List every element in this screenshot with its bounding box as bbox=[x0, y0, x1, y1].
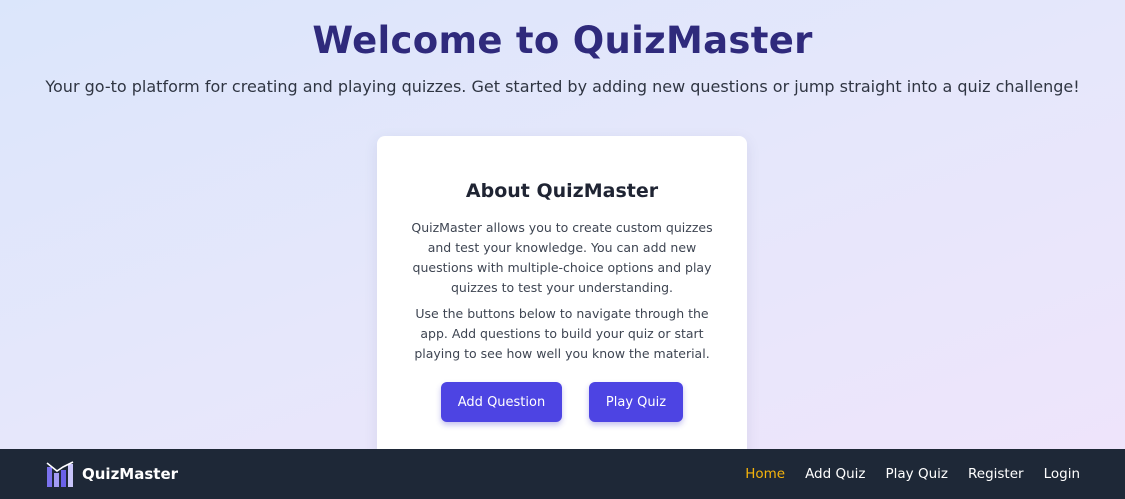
bar-chart-logo-icon bbox=[46, 461, 74, 487]
nav-link-add-quiz[interactable]: Add Quiz bbox=[805, 466, 865, 482]
brand[interactable]: QuizMaster bbox=[46, 461, 178, 487]
about-card-paragraph: QuizMaster allows you to create custom q… bbox=[411, 220, 713, 295]
nav-link-register[interactable]: Register bbox=[968, 466, 1024, 482]
add-question-button[interactable]: Add Question bbox=[441, 382, 562, 422]
nav-links: Home Add Quiz Play Quiz Register Login bbox=[745, 466, 1080, 482]
about-card-actions: Add Question Play Quiz bbox=[377, 382, 747, 422]
about-card: About QuizMaster QuizMaster allows you t… bbox=[377, 136, 747, 466]
brand-name: QuizMaster bbox=[82, 465, 179, 483]
hero-section: Welcome to QuizMaster Your go-to platfor… bbox=[0, 0, 1125, 98]
about-card-paragraph: Use the buttons below to navigate throug… bbox=[414, 306, 710, 361]
nav-link-play-quiz[interactable]: Play Quiz bbox=[886, 466, 948, 482]
play-quiz-button[interactable]: Play Quiz bbox=[589, 382, 683, 422]
page-title: Welcome to QuizMaster bbox=[312, 19, 813, 62]
bottom-navbar: QuizMaster Home Add Quiz Play Quiz Regis… bbox=[0, 449, 1125, 499]
page-subtitle: Your go-to platform for creating and pla… bbox=[45, 77, 1080, 96]
nav-link-login[interactable]: Login bbox=[1044, 466, 1080, 482]
about-card-title: About QuizMaster bbox=[465, 180, 659, 202]
nav-link-home[interactable]: Home bbox=[745, 466, 785, 482]
